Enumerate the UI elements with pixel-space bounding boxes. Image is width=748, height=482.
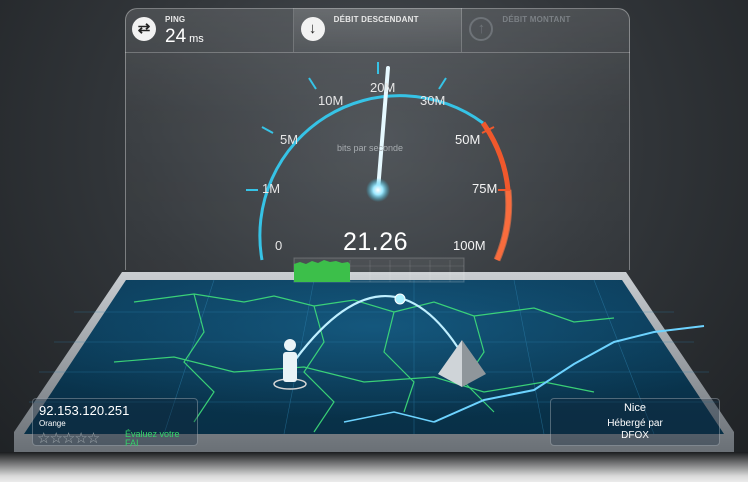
scale-label-1m: 1M [262,181,281,196]
server-host: DFOX [621,430,649,441]
unit-label: bits par seconde [337,143,404,153]
server-hosted-by: Hébergé par [607,418,663,429]
progress-fill [294,260,350,282]
rating-stars[interactable]: ☆☆☆☆☆ [37,429,100,447]
client-ip: 92.153.120.251 [39,403,130,418]
client-info: 92.153.120.251 Orange ☆☆☆☆☆ Évaluez votr… [32,398,198,448]
speed-result: 21.26 [343,228,409,256]
scale-label-10m: 10M [318,93,344,108]
scale-label-75m: 75M [472,181,498,196]
scale-label-30m: 30M [420,93,446,108]
scale-label-20m: 20M [370,80,396,95]
scale-label-100m: 100M [453,238,486,253]
scale-label-50m: 50M [455,132,481,147]
rate-isp-link[interactable]: Évaluez votre FAI [125,430,195,448]
scale-label-5m: 5M [280,132,299,147]
scale-label-0: 0 [275,238,283,253]
gauge-hub [366,178,390,202]
server-info: Nice Hébergé par DFOX [550,398,720,446]
server-city[interactable]: Nice [551,402,719,414]
client-isp: Orange [39,419,66,428]
